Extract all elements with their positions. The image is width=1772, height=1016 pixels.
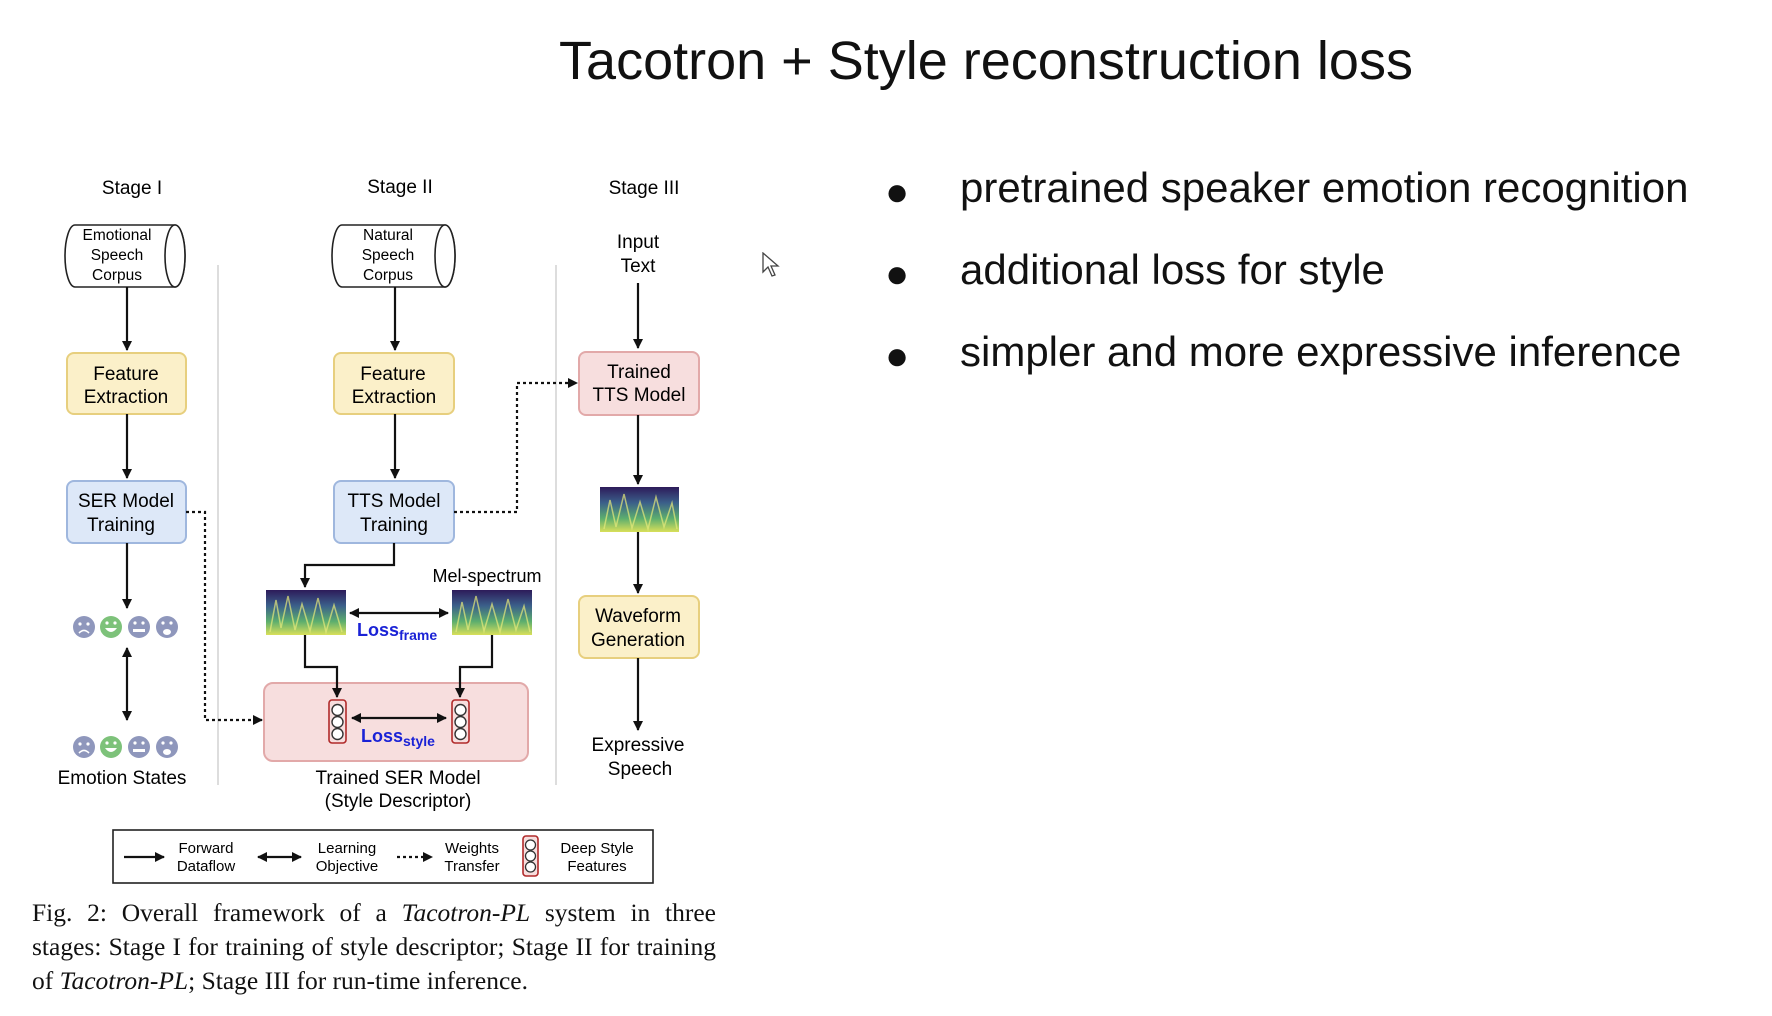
mouse-cursor-icon [762,252,780,277]
legend-label: Deep Style [560,840,633,857]
box-label: TTS Model [593,385,686,406]
feature-extraction-box: Feature Extraction [333,352,455,415]
legend-label: Forward [178,840,233,857]
legend-label: Learning [318,840,376,857]
natural-corpus-cylinder: Natural Speech Corpus [331,224,456,288]
trained-ser-label: (Style Descriptor) [325,791,472,812]
trained-tts-model-box: Trained TTS Model [578,351,700,416]
stage-2-heading: Stage II [367,177,433,198]
bullet-dot-icon: ● [885,170,910,214]
weights-transfer-arrow [186,510,263,725]
caption-text: ; Stage III for run-time inference. [188,966,528,995]
sad-face-icon [73,736,95,758]
box-label: SER Model [78,491,174,512]
target-mel-spectrogram [452,590,532,635]
emotional-corpus-cylinder: Emotional Speech Corpus [64,224,186,288]
bullet-dot-icon: ● [885,334,910,378]
loss-frame-main: Loss [357,620,399,640]
caption-text: Fig. 2: Overall framework of a [32,898,402,927]
deep-style-features-icon [451,699,470,744]
neutral-face-icon [128,736,150,758]
box-label: Extraction [352,387,436,408]
angry-face-icon [156,736,178,758]
bullet-text: pretrained speaker emotion recognition [960,164,1689,211]
feature-extraction-box: Feature Extraction [66,352,187,415]
box-label: Generation [591,630,685,651]
loss-style-subscript: style [403,733,435,749]
deep-style-features-icon [328,699,347,744]
box-label: Trained [607,362,671,383]
corpus-label: Speech [362,247,415,264]
waveform-generation-box: Waveform Generation [578,595,700,659]
trained-ser-model-box [263,682,529,762]
bullet-text: simpler and more expressive inference [960,328,1682,375]
box-label: Feature [93,364,158,385]
box-label: Training [360,515,428,536]
forward-arrow [300,543,396,588]
neutral-face-icon [128,616,150,638]
input-text-label: Text [621,256,657,277]
caption-italic: Tacotron-PL [59,966,189,995]
loss-frame-subscript: frame [399,627,437,643]
corpus-label: Natural [363,227,413,244]
emotion-states-label: Emotion States [58,768,187,789]
legend-label: Transfer [444,858,499,875]
box-label: Extraction [84,387,168,408]
box-label: TTS Model [348,491,441,512]
expressive-speech-label: Speech [608,759,672,780]
happy-face-icon [100,736,122,758]
corpus-label: Emotional [83,227,152,244]
loss-style-main: Loss [361,726,403,746]
mel-spectrum-label: Mel-spectrum [432,566,541,586]
bullet-dot-icon: ● [885,252,910,296]
expressive-speech-label: Expressive [592,735,685,756]
weights-transfer-arrow [454,378,578,514]
legend-deep-style-icon [522,835,539,877]
legend: Forward Dataflow Learning Objective Weig… [112,829,654,884]
stage-1-heading: Stage I [102,178,162,199]
input-text-label: Input [617,232,660,253]
box-label: Waveform [595,606,681,627]
legend-label: Features [567,858,626,875]
angry-face-icon [156,616,178,638]
corpus-label: Corpus [92,267,142,284]
tts-model-training-box: TTS Model Training [333,480,455,544]
box-label: Feature [360,364,425,385]
corpus-label: Corpus [363,267,413,284]
stage-3-heading: Stage III [609,178,680,199]
predicted-mel-spectrogram [266,590,346,635]
legend-label: Dataflow [177,858,236,875]
sad-face-icon [73,616,95,638]
trained-ser-label: Trained SER Model [315,768,480,789]
figure-caption: Fig. 2: Overall framework of a Tacotron-… [32,896,716,998]
legend-label: Objective [316,858,379,875]
ser-model-training-box: SER Model Training [66,480,187,544]
bullet-text: additional loss for style [960,246,1385,293]
framework-diagram: Stage I Stage II Stage III Emotional Spe… [58,177,700,884]
box-label: Training [87,515,155,536]
predicted-emotion-faces [73,616,178,638]
legend-label: Weights [445,840,499,857]
loss-frame-label: Lossframe [357,620,437,643]
caption-italic: Tacotron-PL [401,898,531,927]
generated-mel-spectrogram [600,487,679,532]
corpus-label: Speech [91,247,144,264]
happy-face-icon [100,616,122,638]
emotion-states-faces [73,736,178,758]
